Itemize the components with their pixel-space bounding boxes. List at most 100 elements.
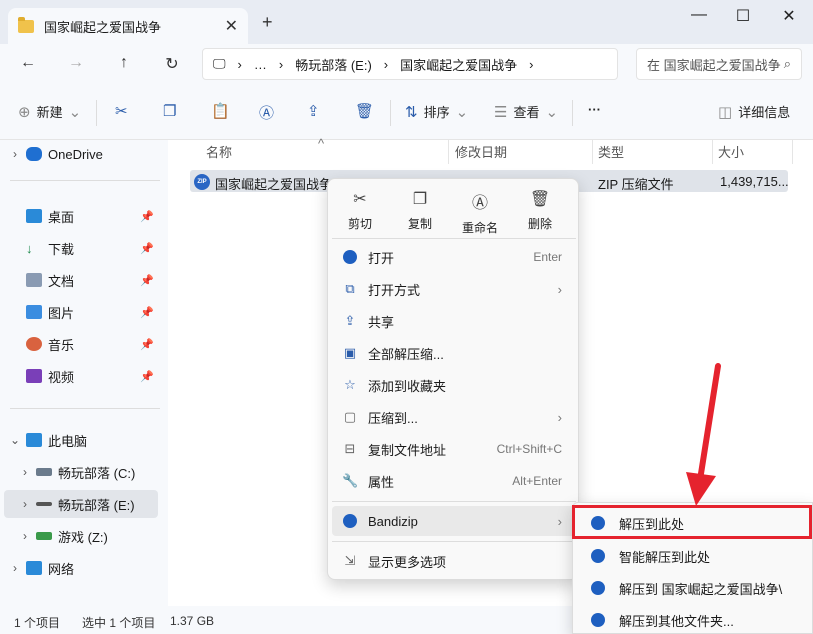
view-label: 查看 <box>513 105 540 120</box>
chevron-right-icon[interactable]: › <box>14 529 36 543</box>
copy-button[interactable]: ❐ <box>163 102 176 120</box>
menu-item-compress-to[interactable]: ▢ 压缩到... › <box>332 402 576 432</box>
chevron-right-icon[interactable]: › <box>14 497 36 511</box>
sidebar-item-label: 图片 <box>48 305 75 321</box>
sidebar-item-pictures[interactable]: 图片 📌 <box>4 298 158 326</box>
context-menu: ✂ 剪切 ❐ 复制 Ⓐ 重命名 🗑 删除 打开 Enter ⧉ 打开方式 › ⇪ 共享 ▣ 全部解… <box>327 178 579 580</box>
delete-menu-button[interactable]: 🗑 删除 <box>512 189 568 232</box>
back-button[interactable]: ← <box>16 54 40 72</box>
menu-item-add-favorites[interactable]: ☆ 添加到收藏夹 <box>332 370 576 400</box>
column-divider[interactable] <box>592 140 593 164</box>
menu-item-copy-path[interactable]: ⊟ 复制文件地址 Ctrl+Shift+C <box>332 434 576 464</box>
details-pane-icon: ◫ <box>718 103 733 121</box>
video-icon <box>26 369 42 383</box>
menu-item-open[interactable]: 打开 Enter <box>332 242 576 272</box>
sidebar-item-network[interactable]: › 网络 <box>4 554 158 582</box>
submenu-item-extract-to-folder[interactable]: 解压到 国家崛起之爱国战争\ <box>573 572 813 604</box>
copy-menu-button[interactable]: ❐ 复制 <box>392 189 448 232</box>
cut-button[interactable]: ✂ <box>115 102 128 120</box>
sidebar-scrollbar[interactable] <box>162 140 166 606</box>
sidebar-item-this-pc[interactable]: ⌄ 此电脑 <box>4 426 158 454</box>
zip-file-icon: ZIP <box>194 174 210 190</box>
menu-item-properties[interactable]: 🔧 属性 Alt+Enter <box>332 466 576 496</box>
menu-item-show-more[interactable]: ⇲ 显示更多选项 <box>332 546 576 576</box>
breadcrumb-folder[interactable]: 国家崛起之爱国战争 <box>400 55 517 74</box>
chevron-down-icon[interactable]: ⌄ <box>4 433 26 447</box>
new-button[interactable]: ⊕ 新建 ⌄ <box>18 102 81 121</box>
scissors-icon: ✂ <box>353 191 367 208</box>
search-box[interactable]: 在 国家崛起之爱国战争 中搜索 ⌕ <box>636 48 802 80</box>
close-button[interactable]: ✕ <box>774 6 804 26</box>
file-name: 国家崛起之爱国战争 <box>215 177 333 192</box>
forward-button[interactable]: → <box>64 54 88 72</box>
menu-item-label: 打开 <box>368 250 395 266</box>
sidebar-item-documents[interactable]: 文档 📌 <box>4 266 158 294</box>
menu-item-open-with[interactable]: ⧉ 打开方式 › <box>332 274 576 304</box>
rename-menu-button[interactable]: Ⓐ 重命名 <box>452 189 508 236</box>
refresh-button[interactable]: ↻ <box>160 54 184 74</box>
delete-button[interactable]: 🗑 <box>355 102 374 120</box>
menu-item-extract-all[interactable]: ▣ 全部解压缩... <box>332 338 576 368</box>
submenu-item-extract-other[interactable]: 解压到其他文件夹... <box>573 604 813 634</box>
chevron-right-icon[interactable]: › <box>4 561 26 575</box>
picture-icon <box>26 305 42 319</box>
menu-item-label: 压缩到... <box>368 410 418 426</box>
up-button[interactable]: ↑ <box>112 54 136 72</box>
sidebar-item-onedrive[interactable]: › OneDrive <box>4 140 158 168</box>
bandizip-icon <box>343 514 357 528</box>
menu-item-bandizip[interactable]: Bandizip › <box>332 506 576 536</box>
menu-item-label: 全部解压缩... <box>368 346 444 362</box>
item-count: 1 个项目 <box>14 616 61 630</box>
details-button[interactable]: ◫ 详细信息 <box>718 102 790 121</box>
search-input[interactable]: 在 国家崛起之爱国战争 中搜索 <box>647 55 784 74</box>
breadcrumb-overflow[interactable]: … <box>254 57 267 72</box>
submenu-item-smart-extract[interactable]: 智能解压到此处 <box>573 540 813 572</box>
minimize-button[interactable]: — <box>684 6 714 24</box>
rename-button[interactable]: Ⓐ <box>259 102 274 123</box>
sidebar-item-downloads[interactable]: ↓ 下载 📌 <box>4 234 158 262</box>
desktop-icon <box>26 209 42 223</box>
chevron-right-icon: › <box>557 513 562 529</box>
column-divider[interactable] <box>448 140 449 164</box>
sidebar-item-drive-e[interactable]: › 畅玩部落 (E:) <box>4 490 158 518</box>
menu-item-share[interactable]: ⇪ 共享 <box>332 306 576 336</box>
column-divider[interactable] <box>712 140 713 164</box>
new-tab-button[interactable]: + <box>262 12 273 33</box>
pin-icon: 📌 <box>140 242 154 255</box>
share-button[interactable]: ⇪ <box>307 102 320 120</box>
bandizip-icon <box>343 250 357 264</box>
sidebar-item-music[interactable]: 音乐 📌 <box>4 330 158 358</box>
divider <box>332 501 576 502</box>
cut-menu-button[interactable]: ✂ 剪切 <box>332 189 388 232</box>
maximize-button[interactable]: ☐ <box>728 6 758 26</box>
star-icon: ☆ <box>344 377 356 392</box>
column-divider[interactable] <box>792 140 793 164</box>
computer-icon: 🖵 <box>213 56 226 71</box>
column-size[interactable]: 大小 <box>718 142 744 161</box>
bandizip-icon <box>591 581 605 595</box>
arrow-shaft <box>697 363 721 483</box>
sort-label: 排序 <box>423 105 450 120</box>
chevron-right-icon[interactable]: › <box>4 147 26 161</box>
paste-icon: 📋 <box>211 103 230 120</box>
chevron-right-icon[interactable]: › <box>14 465 36 479</box>
copy-icon: ❐ <box>163 103 177 120</box>
paste-button[interactable]: 📋 <box>211 102 230 120</box>
column-date[interactable]: 修改日期 <box>455 142 507 161</box>
sort-button[interactable]: ⇅ 排序 ⌄ <box>405 102 468 121</box>
tab-current[interactable]: 国家崛起之爱国战争 ✕ <box>8 8 248 44</box>
sidebar-item-desktop[interactable]: 桌面 📌 <box>4 202 158 230</box>
more-button[interactable]: ··· <box>588 102 601 117</box>
close-tab-icon[interactable]: ✕ <box>225 16 238 36</box>
column-type[interactable]: 类型 <box>598 142 624 161</box>
sidebar-item-drive-z[interactable]: › 游戏 (Z:) <box>14 522 158 550</box>
sidebar-item-drive-c[interactable]: › 畅玩部落 (C:) <box>14 458 158 486</box>
breadcrumb-drive[interactable]: 畅玩部落 (E:) <box>295 55 372 74</box>
folder-icon <box>18 16 34 33</box>
address-bar[interactable]: 🖵 › … › 畅玩部落 (E:) › 国家崛起之爱国战争 › <box>202 48 618 80</box>
sidebar-item-videos[interactable]: 视频 📌 <box>4 362 158 390</box>
copy-icon: ❐ <box>412 191 428 208</box>
column-name[interactable]: 名称 <box>206 142 232 161</box>
view-button[interactable]: ☰ 查看 ⌄ <box>494 102 558 121</box>
divider <box>332 541 576 542</box>
